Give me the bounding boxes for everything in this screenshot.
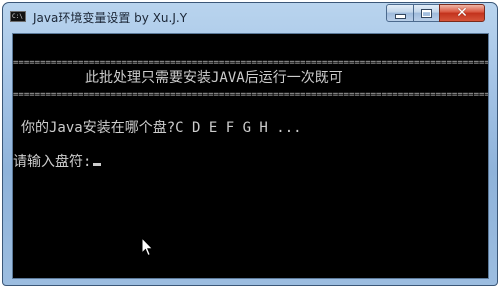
maximize-button[interactable] — [413, 4, 440, 22]
separator-line-bottom: ========================================… — [13, 92, 488, 98]
title-bar[interactable]: C:\ Java环境变量设置 by Xu.J.Y ✕ — [3, 3, 497, 31]
banner-text: 此批处理只需要安装JAVA后运行一次既可 — [85, 70, 343, 86]
console-output[interactable]: ========================================… — [12, 33, 489, 279]
prompt-label: 请输入盘符: — [13, 154, 92, 170]
minimize-button[interactable] — [386, 4, 414, 22]
console-icon[interactable]: C:\ — [10, 11, 26, 22]
drive-input-prompt[interactable]: 请输入盘符: — [13, 154, 102, 170]
window-title: Java环境变量设置 by Xu.J.Y — [33, 11, 188, 25]
mouse-pointer-icon — [141, 237, 154, 257]
close-button[interactable]: ✕ — [439, 4, 485, 22]
console-window: C:\ Java环境变量设置 by Xu.J.Y ✕ =============… — [2, 2, 498, 286]
separator-line-top: ========================================… — [13, 60, 488, 66]
close-icon: ✕ — [456, 5, 468, 21]
maximize-icon — [421, 8, 432, 18]
text-cursor — [93, 163, 102, 166]
minimize-icon — [394, 14, 406, 19]
drive-question-text: 你的Java安装在哪个盘?C D E F G H ... — [21, 120, 302, 136]
